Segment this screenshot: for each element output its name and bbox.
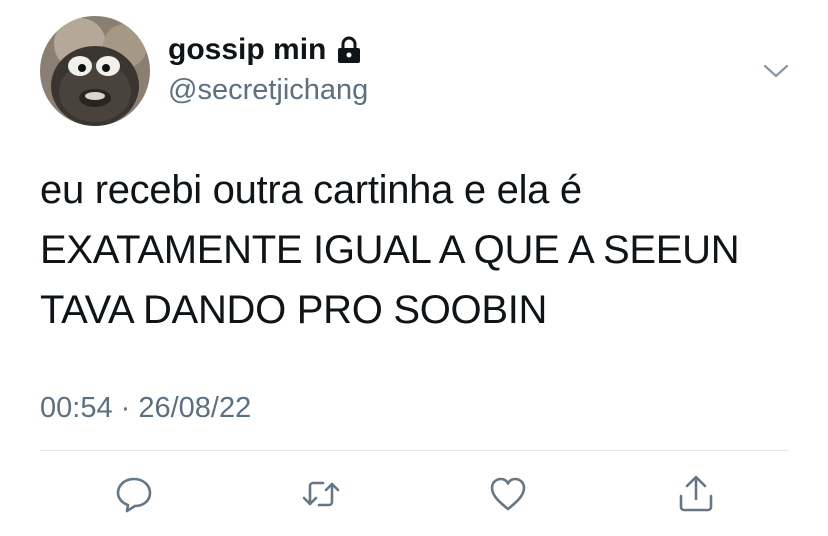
tweet-text-line: TAVA DANDO PRO SOOBIN — [40, 288, 548, 332]
avatar[interactable] — [40, 16, 150, 126]
chevron-down-icon[interactable] — [760, 58, 792, 82]
display-name-text: gossip min — [168, 33, 327, 66]
retweet-icon — [302, 481, 340, 507]
tweet-text: eu recebi outra cartinha e ela é EXATAME… — [40, 160, 810, 340]
tweet-text-line: EXATAMENTE IGUAL A QUE A SEEUN — [40, 228, 740, 272]
tweet-text-line: eu recebi outra cartinha e ela é — [40, 168, 582, 212]
share-icon — [679, 475, 713, 512]
like-button[interactable] — [488, 474, 528, 514]
divider — [40, 450, 788, 451]
handle[interactable]: @secretjichang — [168, 72, 368, 108]
share-button[interactable] — [676, 474, 716, 514]
display-name[interactable]: gossip min — [168, 32, 362, 68]
reply-button[interactable] — [114, 474, 154, 514]
retweet-button[interactable] — [301, 474, 341, 514]
avatar-image — [40, 16, 150, 126]
reply-icon — [116, 477, 152, 513]
lock-icon — [336, 35, 362, 65]
timestamp[interactable]: 00:54 · 26/08/22 — [40, 390, 251, 426]
like-icon — [490, 477, 526, 511]
